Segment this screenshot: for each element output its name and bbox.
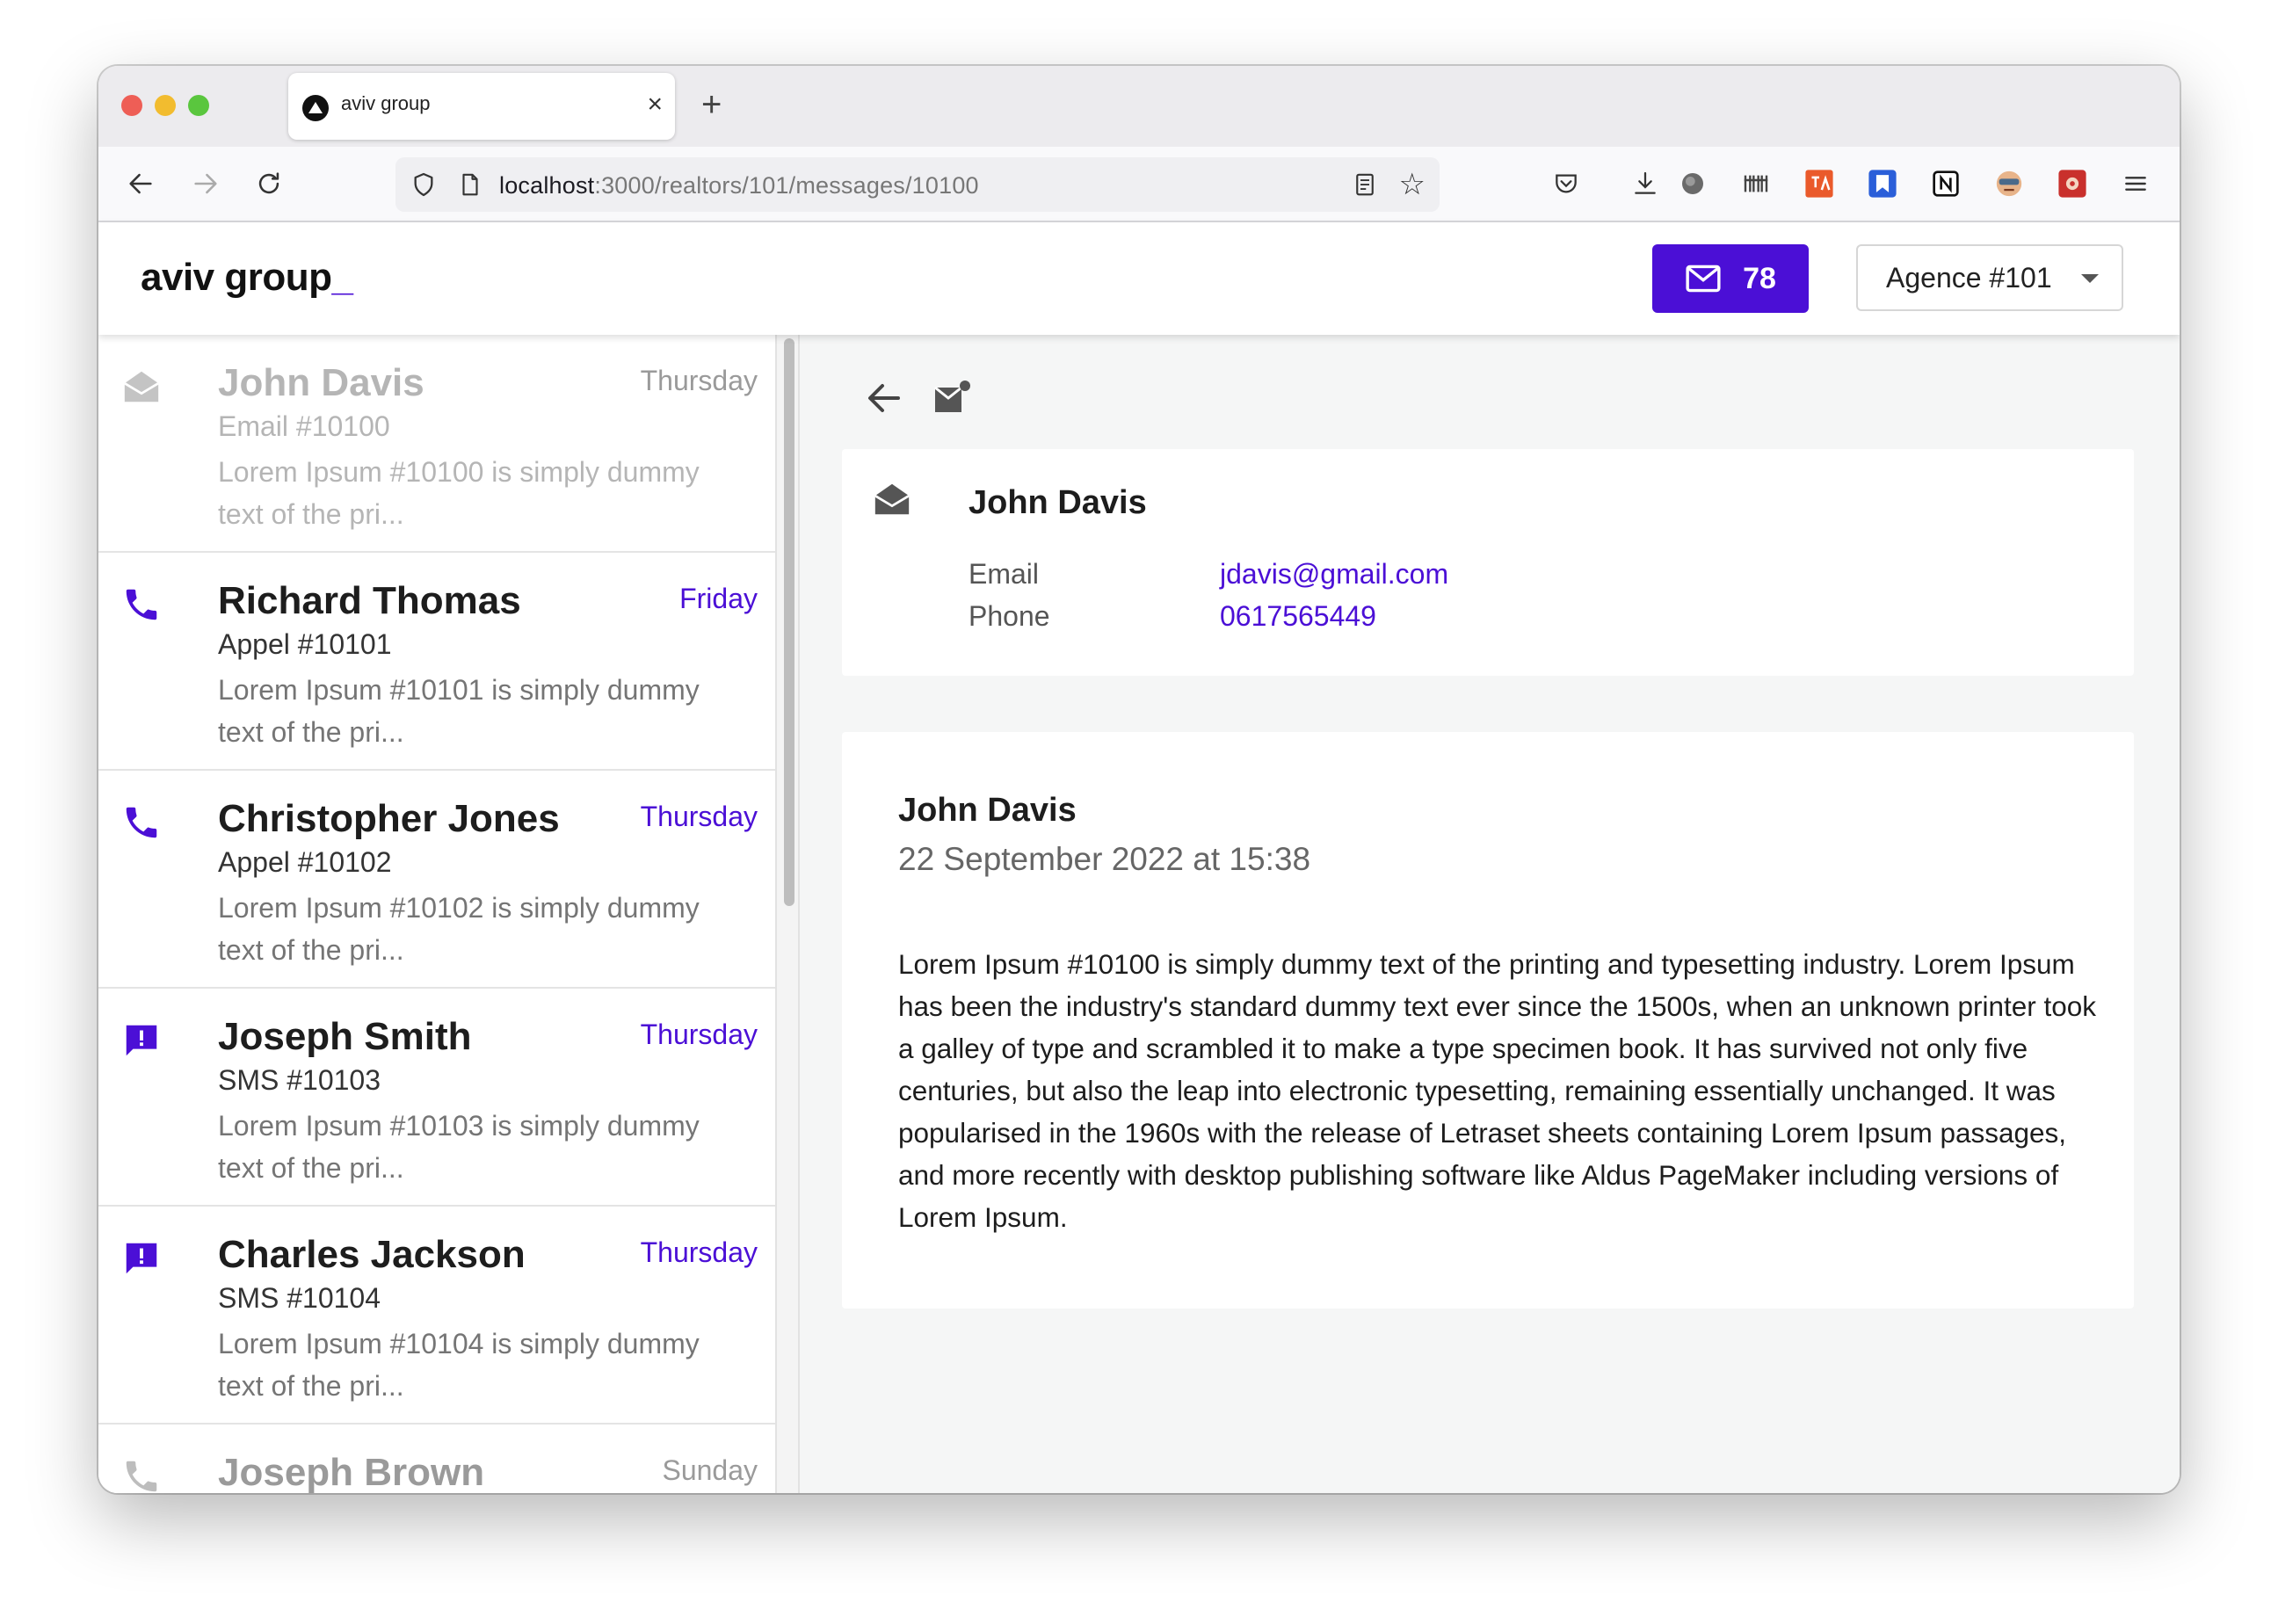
message-subject: Appel #10102 (218, 846, 392, 878)
message-subject: Email #10100 (218, 410, 390, 442)
new-tab-button[interactable]: + (701, 83, 722, 126)
extension-translate-icon[interactable] (1803, 168, 1835, 199)
message-preview: Lorem Ipsum #10103 is simply dummy text … (218, 1110, 700, 1184)
tab-title: aviv group (341, 92, 431, 114)
message-list-item[interactable]: Joseph Smith Thursday SMS #10103 Lorem I… (98, 989, 775, 1207)
close-window-button[interactable] (121, 95, 142, 116)
message-day: Thursday (640, 365, 758, 396)
hamburger-menu-icon[interactable] (2120, 168, 2151, 199)
message-list-item[interactable]: Richard Thomas Friday Appel #10101 Lorem… (98, 553, 775, 771)
message-day: Sunday (662, 1454, 758, 1486)
extension-puzzle-icon[interactable] (2057, 168, 2088, 199)
email-read-icon (874, 483, 910, 515)
sms-icon (126, 1025, 157, 1056)
scrollbar-thumb[interactable] (784, 338, 794, 906)
bookmark-star-icon[interactable]: ☆ (1399, 170, 1426, 199)
message-sender: Charles Jackson (218, 1233, 526, 1276)
message-preview: Lorem Ipsum #10101 is simply dummy text … (218, 674, 700, 748)
message-list-item[interactable]: Charles Jackson Thursday SMS #10104 Lore… (98, 1207, 775, 1425)
agency-select-value: Agence #101 (1886, 261, 2052, 294)
forward-arrow-icon[interactable] (186, 164, 225, 203)
envelope-icon (1686, 265, 1721, 293)
message-sender: Joseph Brown (218, 1451, 485, 1493)
mark-unread-icon[interactable] (932, 377, 974, 419)
message-day: Thursday (640, 801, 758, 832)
phone-link[interactable]: 0617565449 (1220, 600, 1376, 633)
message-detail-pane: John Davis Email jdavis@gmail.com Phone … (800, 335, 2180, 1493)
extension-globe-icon[interactable] (1677, 168, 1708, 199)
notion-icon[interactable] (1930, 168, 1962, 199)
back-arrow-icon[interactable] (863, 377, 905, 419)
message-sender-name: John Davis (898, 792, 1077, 829)
email-read-icon (124, 371, 159, 402)
chevron-down-icon (2081, 274, 2099, 283)
message-list-scrollbar[interactable] (775, 335, 800, 1493)
message-preview: Lorem Ipsum #10104 is simply dummy text … (218, 1328, 700, 1402)
extension-bookmark-icon[interactable] (1867, 168, 1898, 199)
browser-window: aviv group × + localhost:3000/realtors/1… (98, 66, 2180, 1493)
extension-face-icon[interactable] (1993, 168, 2025, 199)
address-bar[interactable]: localhost:3000/realtors/101/messages/101… (395, 157, 1440, 212)
phone-icon (126, 589, 157, 620)
sms-icon (126, 1243, 157, 1274)
tab-strip: aviv group × + (98, 66, 2180, 147)
message-sender: Joseph Smith (218, 1015, 472, 1058)
back-arrow-icon[interactable] (121, 164, 160, 203)
aviv-logo[interactable]: aviv group_ (141, 256, 353, 300)
app-header: aviv group_ 78 Agence #101 (98, 222, 2180, 335)
message-preview: Lorem Ipsum #10102 is simply dummy text … (218, 892, 700, 966)
message-preview: Lorem Ipsum #10100 is simply dummy text … (218, 456, 700, 530)
zoom-window-button[interactable] (188, 95, 209, 116)
phone-label: Phone (969, 600, 1050, 632)
pocket-icon[interactable] (1550, 168, 1582, 199)
phone-icon (126, 1461, 157, 1492)
browser-tab[interactable]: aviv group × (288, 73, 675, 140)
contact-name: John Davis (969, 484, 1147, 521)
message-sender: John Davis (218, 361, 424, 404)
tracking-protection-shield-icon[interactable] (410, 170, 438, 204)
agency-select[interactable]: Agence #101 (1856, 244, 2123, 311)
message-subject: SMS #10103 (218, 1064, 381, 1096)
contact-card: John Davis Email jdavis@gmail.com Phone … (842, 449, 2134, 676)
reader-view-icon[interactable] (1352, 170, 1378, 203)
message-date: 22 September 2022 at 15:38 (898, 841, 1311, 877)
email-label: Email (969, 558, 1040, 590)
message-sender: Christopher Jones (218, 797, 560, 840)
minimize-window-button[interactable] (155, 95, 176, 116)
phone-icon (126, 807, 157, 838)
message-list: John Davis Thursday Email #10100 Lorem I… (98, 335, 775, 1493)
message-card: John Davis 22 September 2022 at 15:38 Lo… (842, 732, 2134, 1309)
page-info-icon[interactable] (457, 170, 483, 203)
url-text: localhost:3000/realtors/101/messages/101… (499, 172, 979, 199)
unread-count: 78 (1743, 261, 1776, 295)
unread-messages-button[interactable]: 78 (1652, 244, 1809, 313)
message-subject: Appel #10101 (218, 628, 392, 660)
site-favicon-icon (302, 95, 329, 121)
message-list-item[interactable]: John Davis Thursday Email #10100 Lorem I… (98, 335, 775, 553)
message-day: Thursday (640, 1019, 758, 1050)
downloads-icon[interactable] (1629, 168, 1661, 199)
message-list-item[interactable]: Joseph Brown Sunday (98, 1425, 775, 1493)
reload-icon[interactable] (250, 164, 288, 203)
app-root: aviv group_ 78 Agence #101 John Davis Th… (98, 222, 2180, 1493)
message-day: Thursday (640, 1236, 758, 1268)
message-subject: SMS #10104 (218, 1282, 381, 1314)
message-list-item[interactable]: Christopher Jones Thursday Appel #10102 … (98, 771, 775, 989)
message-day: Friday (679, 583, 758, 614)
message-sender: Richard Thomas (218, 579, 521, 622)
extension-barcode-icon[interactable] (1740, 168, 1772, 199)
close-tab-icon[interactable]: × (647, 87, 663, 122)
email-link[interactable]: jdavis@gmail.com (1220, 558, 1448, 591)
message-body: Lorem Ipsum #10100 is simply dummy text … (898, 948, 2097, 1233)
browser-toolbar: localhost:3000/realtors/101/messages/101… (98, 147, 2180, 222)
